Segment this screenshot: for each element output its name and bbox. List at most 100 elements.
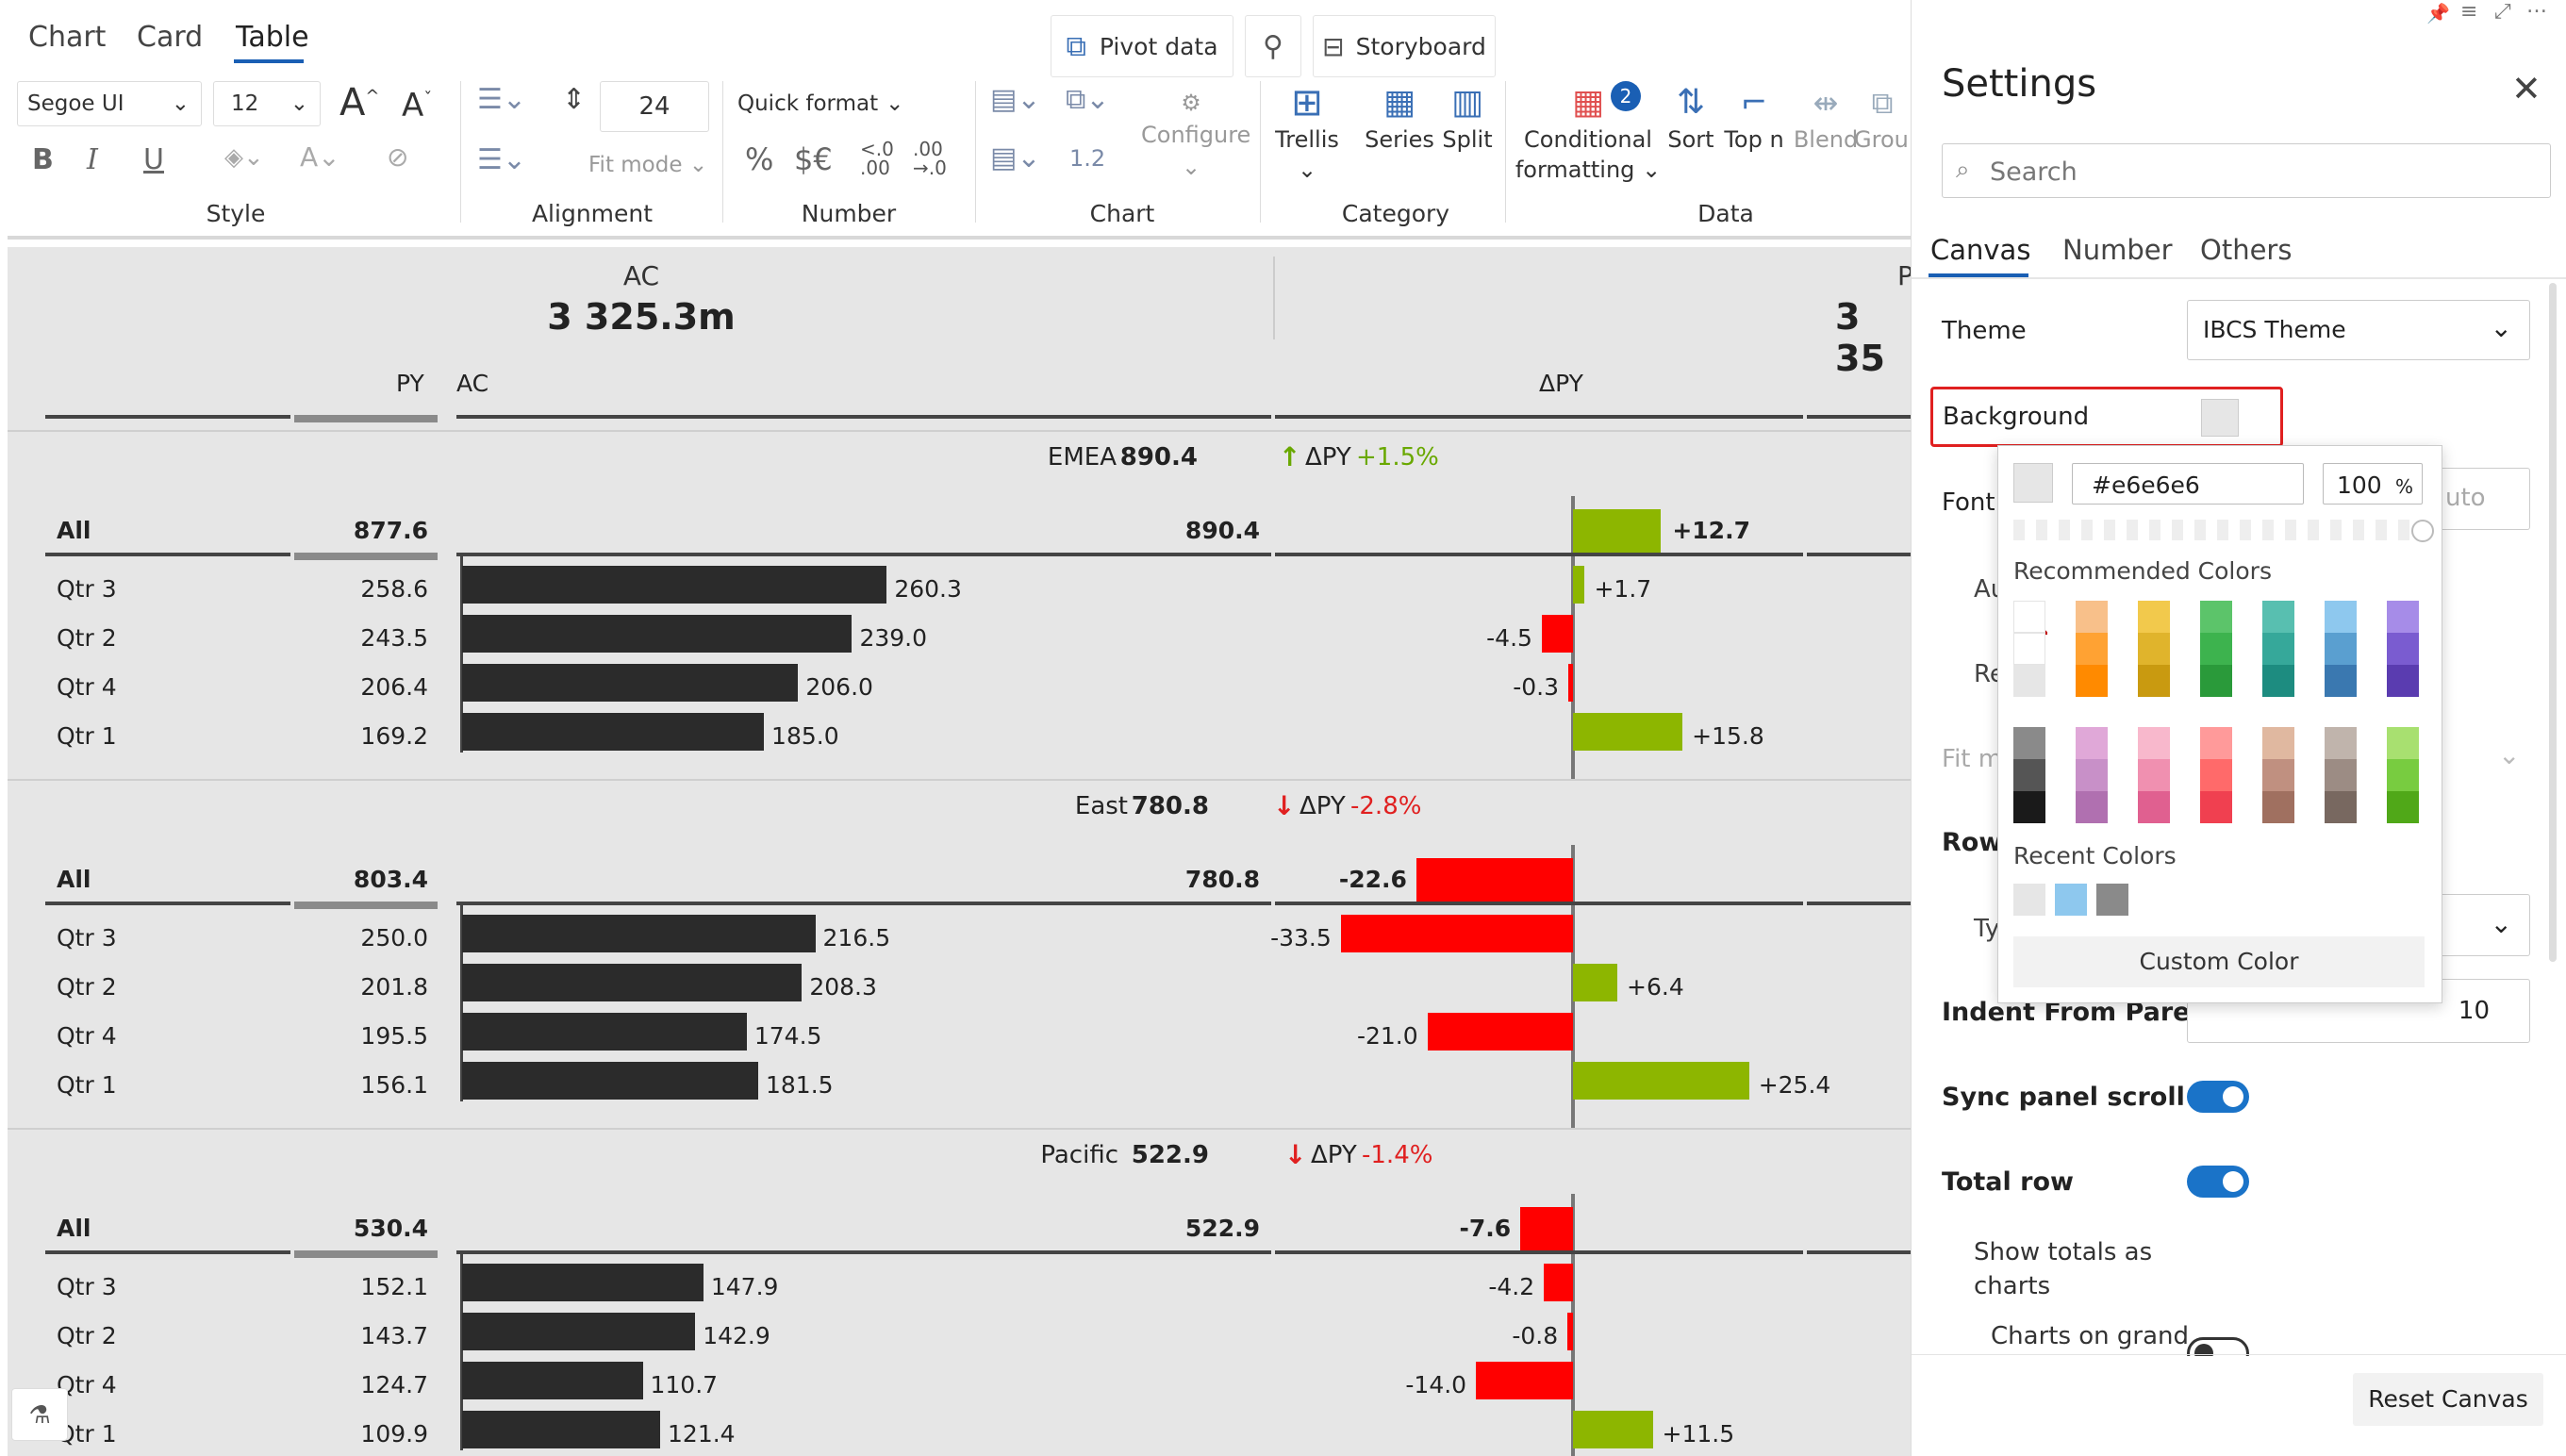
recommended-color-swatch[interactable]: [2138, 633, 2170, 665]
recommended-color-swatch[interactable]: [2200, 633, 2232, 665]
background-row[interactable]: Background: [1930, 387, 2283, 447]
recommended-color-swatch[interactable]: [2076, 791, 2108, 823]
increase-font-icon[interactable]: A^: [339, 81, 379, 124]
align-left-icon[interactable]: ☰⌄: [477, 83, 526, 116]
recommended-color-swatch[interactable]: [2325, 727, 2357, 759]
custom-color-button[interactable]: Custom Color: [2013, 936, 2425, 987]
recommended-color-swatch[interactable]: [2387, 727, 2419, 759]
recommended-color-swatch[interactable]: [2138, 665, 2170, 697]
chart-size-icon[interactable]: ▤⌄: [990, 141, 1040, 174]
background-color-swatch[interactable]: [2201, 399, 2239, 437]
recommended-color-swatch[interactable]: [2138, 601, 2170, 633]
recommended-color-swatch[interactable]: [2262, 633, 2294, 665]
recommended-color-swatch[interactable]: [2387, 759, 2419, 791]
type-select[interactable]: ⌄: [2440, 894, 2530, 956]
chevron-down-icon[interactable]: ⌄: [2498, 739, 2520, 770]
split-button[interactable]: ▥ Split: [1430, 81, 1505, 155]
recent-color-swatch[interactable]: [2055, 884, 2087, 916]
decrease-font-icon[interactable]: Aˇ: [402, 87, 432, 124]
close-icon[interactable]: ✕: [2511, 68, 2541, 109]
theme-select[interactable]: IBCS Theme ⌄: [2187, 300, 2530, 360]
chart-layout-icon[interactable]: ⧉⌄: [1066, 83, 1110, 116]
recommended-color-swatch[interactable]: [2262, 665, 2294, 697]
recommended-color-swatch[interactable]: [2076, 665, 2108, 697]
recommended-color-swatch[interactable]: [2325, 791, 2357, 823]
recommended-color-swatch[interactable]: [2013, 791, 2045, 823]
more-icon[interactable]: …: [2526, 0, 2547, 18]
font-size-auto[interactable]: uto: [2440, 468, 2530, 530]
charts-grand-toggle[interactable]: [2187, 1337, 2249, 1356]
recommended-color-swatch[interactable]: [2387, 633, 2419, 665]
settings-scrollbar[interactable]: [2549, 283, 2557, 962]
currency-button[interactable]: $€: [794, 141, 833, 177]
top-n-button[interactable]: ⌐ Top n: [1720, 81, 1788, 155]
tab-card[interactable]: Card: [137, 21, 203, 54]
pivot-data-button[interactable]: ⧉ Pivot data: [1051, 15, 1233, 77]
recommended-color-swatch[interactable]: [2325, 601, 2357, 633]
group-button[interactable]: ⧉ Grou: [1854, 81, 1911, 155]
opacity-slider[interactable]: [2013, 520, 2421, 540]
recommended-color-swatch[interactable]: [2200, 665, 2232, 697]
recent-color-swatch[interactable]: [2096, 884, 2128, 916]
fit-mode-select[interactable]: Fit mode ⌄: [588, 153, 707, 177]
recommended-color-swatch[interactable]: [2013, 601, 2045, 633]
recommended-color-swatch[interactable]: [2076, 759, 2108, 791]
expand-icon[interactable]: ⤢: [2494, 0, 2511, 24]
recommended-color-swatch[interactable]: [2138, 727, 2170, 759]
recommended-color-swatch[interactable]: [2262, 727, 2294, 759]
opacity-input[interactable]: 100 %: [2323, 463, 2423, 505]
recent-color-swatch[interactable]: [2013, 884, 2045, 916]
chart-value-label[interactable]: 1.2: [1069, 145, 1105, 172]
recommended-color-swatch[interactable]: [2200, 791, 2232, 823]
italic-icon[interactable]: I: [87, 143, 98, 176]
reset-canvas-button[interactable]: Reset Canvas: [2353, 1373, 2543, 1426]
settings-tab-number[interactable]: Number: [2062, 234, 2173, 266]
recommended-color-swatch[interactable]: [2200, 727, 2232, 759]
recommended-color-swatch[interactable]: [2262, 759, 2294, 791]
recommended-color-swatch[interactable]: [2013, 665, 2045, 697]
font-size-select[interactable]: 12 ⌄: [213, 81, 321, 126]
recommended-color-swatch[interactable]: [2076, 727, 2108, 759]
total-row-toggle[interactable]: [2187, 1166, 2249, 1198]
font-family-select[interactable]: Segoe UI ⌄: [17, 81, 202, 126]
recommended-color-swatch[interactable]: [2325, 633, 2357, 665]
underline-icon[interactable]: U: [143, 143, 164, 176]
recommended-color-swatch[interactable]: [2138, 759, 2170, 791]
tab-chart[interactable]: Chart: [28, 21, 106, 54]
tab-table[interactable]: Table: [236, 21, 309, 54]
opacity-slider-handle[interactable]: [2411, 520, 2434, 542]
recommended-color-swatch[interactable]: [2325, 665, 2357, 697]
settings-tab-others[interactable]: Others: [2200, 234, 2292, 266]
percent-button[interactable]: %: [745, 141, 773, 177]
sync-scroll-toggle[interactable]: [2187, 1081, 2249, 1113]
search-input[interactable]: ⌕ Search: [1942, 143, 2551, 198]
vertical-align-icon[interactable]: ☰⌄: [477, 143, 526, 176]
storyboard-button[interactable]: ⊟ Storyboard: [1313, 15, 1496, 77]
recommended-color-swatch[interactable]: [2387, 791, 2419, 823]
configure-button[interactable]: ⚙ Configure ⌄: [1141, 87, 1250, 183]
filter-button[interactable]: ⚲: [1245, 15, 1301, 77]
filter-icon[interactable]: ≡: [2460, 0, 2477, 24]
recommended-color-swatch[interactable]: [2262, 791, 2294, 823]
recommended-color-swatch[interactable]: [2138, 791, 2170, 823]
decrease-decimals-icon[interactable]: <.0.00: [860, 140, 894, 177]
increase-decimals-icon[interactable]: .00 →.0: [913, 140, 947, 177]
recommended-color-swatch[interactable]: [2387, 601, 2419, 633]
font-color-icon[interactable]: A⌄: [300, 141, 340, 173]
recommended-color-swatch[interactable]: [2387, 665, 2419, 697]
pin-icon[interactable]: 📌: [2426, 2, 2450, 25]
hex-input[interactable]: #e6e6e6: [2072, 463, 2304, 505]
recommended-color-swatch[interactable]: [2013, 727, 2045, 759]
recommended-color-swatch[interactable]: [2013, 759, 2045, 791]
recommended-color-swatch[interactable]: [2200, 759, 2232, 791]
recommended-color-swatch[interactable]: [2076, 601, 2108, 633]
blend-button[interactable]: ⇹ Blend: [1788, 81, 1863, 155]
trellis-button[interactable]: ⊞ Trellis ⌄: [1269, 81, 1345, 185]
visual-settings-icon[interactable]: ⚗: [11, 1388, 68, 1441]
recommended-color-swatch[interactable]: [2076, 633, 2108, 665]
recommended-color-swatch[interactable]: [2262, 601, 2294, 633]
bold-icon[interactable]: B: [32, 143, 54, 176]
recommended-color-swatch[interactable]: [2200, 601, 2232, 633]
chart-align-icon[interactable]: ▤⌄: [990, 83, 1040, 116]
sort-button[interactable]: ⇅ Sort: [1660, 81, 1722, 155]
